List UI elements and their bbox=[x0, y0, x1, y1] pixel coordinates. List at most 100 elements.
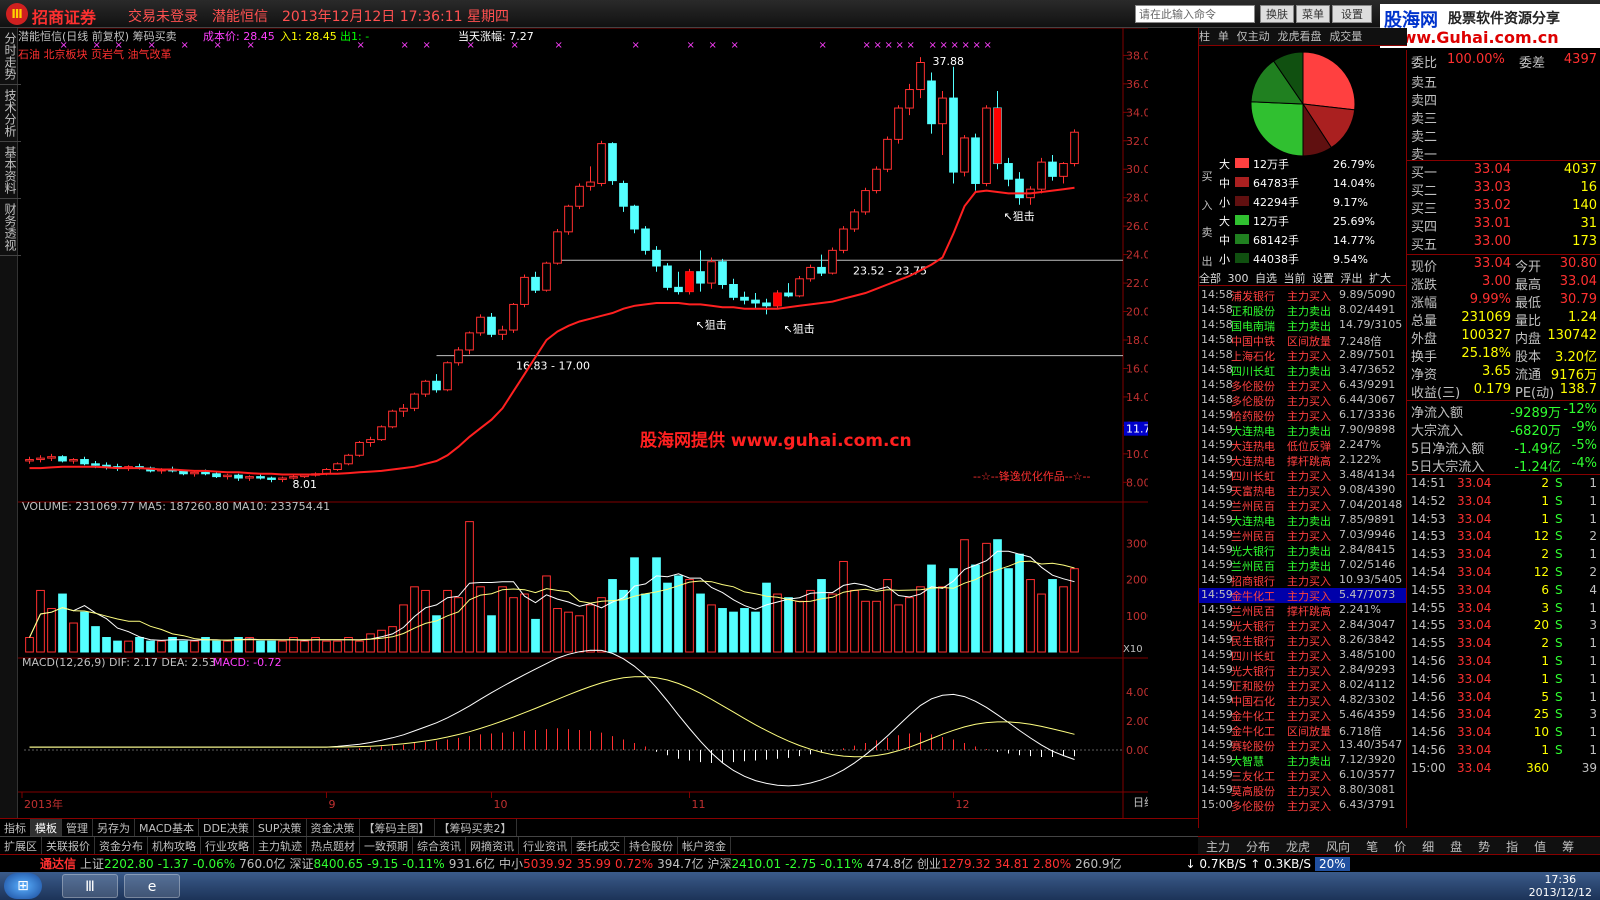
indicator-tab[interactable]: 【筹码主图】 bbox=[360, 819, 435, 837]
stats-divider bbox=[1407, 254, 1600, 255]
radar-row[interactable]: 14:58 上海石化 主力买入 2.89/7501 bbox=[1199, 348, 1407, 363]
tick-time: 15:00 bbox=[1411, 760, 1446, 775]
ask-row[interactable]: 卖四 bbox=[1407, 90, 1600, 109]
extension-tab[interactable]: 主力轨迹 bbox=[254, 837, 307, 855]
command-input[interactable]: 请在此输入命令 bbox=[1135, 5, 1255, 23]
radar-row[interactable]: 15:00 多伦股份 主力买入 6.43/3791 bbox=[1199, 798, 1407, 813]
radar-row[interactable]: 14:59 哈药股份 主力买入 6.17/3336 bbox=[1199, 408, 1407, 423]
indicator-tab[interactable]: DDE决策 bbox=[199, 819, 254, 837]
extension-tab[interactable]: 一致预期 bbox=[360, 837, 413, 855]
radar-row[interactable]: 14:59 大连热电 低位反弹 2.247% bbox=[1199, 438, 1407, 453]
extension-tab[interactable]: 综合资讯 bbox=[413, 837, 466, 855]
radar-row[interactable]: 14:59 大连热电 撑杆跳高 2.122% bbox=[1199, 453, 1407, 468]
radar-row[interactable]: 14:59 赛轮股份 主力买入 13.40/3547 bbox=[1199, 738, 1407, 753]
out-label: 出 bbox=[1201, 255, 1213, 268]
radar-row[interactable]: 14:59 中国石化 主力买入 4.82/3302 bbox=[1199, 693, 1407, 708]
radar-row[interactable]: 14:59 民生银行 主力买入 8.26/3842 bbox=[1199, 633, 1407, 648]
radar-row[interactable]: 14:58 多伦股份 主力买入 6.43/9291 bbox=[1199, 378, 1407, 393]
radar-row[interactable]: 14:58 中国中铁 区间放量 7.248倍 bbox=[1199, 333, 1407, 348]
radar-row[interactable]: 14:59 大智慧 主力卖出 7.12/3920 bbox=[1199, 753, 1407, 768]
extension-tab[interactable]: 热点题材 bbox=[307, 837, 360, 855]
radar-row[interactable]: 14:59 光大银行 主力买入 2.84/9293 bbox=[1199, 663, 1407, 678]
radar-row[interactable]: 14:59 大连热电 主力卖出 7.85/9891 bbox=[1199, 513, 1407, 528]
radar-row[interactable]: 14:59 金牛化工 主力买入 5.47/7073 bbox=[1199, 588, 1407, 603]
radar-row[interactable]: 14:59 兰州民百 主力买入 7.04/20148 bbox=[1199, 498, 1407, 513]
bid-row[interactable]: 买一 33.04 4037 bbox=[1407, 162, 1600, 181]
candle-body bbox=[1015, 178, 1024, 199]
radar-row[interactable]: 14:58 国电南瑞 主力卖出 14.79/3105 bbox=[1199, 318, 1407, 333]
filter-current[interactable]: 当前 bbox=[1284, 272, 1306, 285]
extension-tab[interactable]: 关联报价 bbox=[42, 837, 95, 855]
radar-row[interactable]: 14:59 正和股份 主力买入 8.02/4112 bbox=[1199, 678, 1407, 693]
ask-row[interactable]: 卖三 bbox=[1407, 108, 1600, 127]
volume-y-tick: 10000 bbox=[1126, 610, 1148, 623]
tab-bar[interactable]: 柱 bbox=[1199, 30, 1210, 43]
radar-row[interactable]: 14:59 金牛化工 区间放量 6.718倍 bbox=[1199, 723, 1407, 738]
chart-area[interactable]: 潜能恒信(日线 前复权) 筹码买卖 成本价: 28.45 入1: 28.45 出… bbox=[18, 27, 1164, 818]
bid-row[interactable]: 买二 33.03 16 bbox=[1407, 180, 1600, 199]
tab-single[interactable]: 单 bbox=[1218, 30, 1229, 43]
tab-volume[interactable]: 成交量 bbox=[1329, 30, 1362, 43]
radar-row[interactable]: 14:59 四川长虹 主力买入 3.48/5100 bbox=[1199, 648, 1407, 663]
settings-button[interactable]: 设置 bbox=[1332, 5, 1372, 23]
skin-button[interactable]: 换肤 bbox=[1260, 5, 1294, 23]
ask-row[interactable]: 卖二 bbox=[1407, 126, 1600, 145]
extension-tab[interactable]: 资金分布 bbox=[95, 837, 148, 855]
indicator-tab[interactable]: 管理 bbox=[62, 819, 93, 837]
radar-row[interactable]: 14:59 四川长虹 主力买入 3.48/4134 bbox=[1199, 468, 1407, 483]
radar-row[interactable]: 14:59 兰州民百 主力买入 7.03/9946 bbox=[1199, 528, 1407, 543]
bid-row[interactable]: 买三 33.02 140 bbox=[1407, 198, 1600, 217]
extension-tab[interactable]: 行业攻略 bbox=[201, 837, 254, 855]
tab-dragon-tiger[interactable]: 龙虎看盘 bbox=[1277, 30, 1321, 43]
extension-tab[interactable]: 行业资讯 bbox=[519, 837, 572, 855]
filter-all[interactable]: 全部 bbox=[1199, 272, 1221, 285]
extension-tab[interactable]: 网摘资讯 bbox=[466, 837, 519, 855]
indicator-tab[interactable]: MACD基本 bbox=[135, 819, 199, 837]
radar-row[interactable]: 14:59 兰州民百 撑杆跳高 2.241% bbox=[1199, 603, 1407, 618]
radar-row[interactable]: 14:59 招商银行 主力买入 10.93/5405 bbox=[1199, 573, 1407, 588]
taskbar-app-icon[interactable]: Ⅲ bbox=[62, 874, 118, 898]
radar-row[interactable]: 14:59 光大银行 主力买入 2.84/3047 bbox=[1199, 618, 1407, 633]
filter-300[interactable]: 300 bbox=[1228, 272, 1249, 285]
radar-list[interactable]: 14:58 浦发银行 主力买入 9.89/5090 14:58 正和股份 主力卖出 8.02/… bbox=[1199, 288, 1407, 828]
radar-row[interactable]: 14:59 兰州民百 主力卖出 7.02/5146 bbox=[1199, 558, 1407, 573]
extension-tab[interactable]: 持仓股份 bbox=[625, 837, 678, 855]
radar-row[interactable]: 14:58 正和股份 主力卖出 8.02/4491 bbox=[1199, 303, 1407, 318]
extension-tab[interactable]: 机构攻略 bbox=[148, 837, 201, 855]
radar-row[interactable]: 14:59 金牛化工 主力买入 5.46/4359 bbox=[1199, 708, 1407, 723]
radar-row[interactable]: 14:59 天富热电 主力买入 9.08/4390 bbox=[1199, 483, 1407, 498]
radar-row[interactable]: 14:58 浦发银行 主力买入 9.89/5090 bbox=[1199, 288, 1407, 303]
filter-settings[interactable]: 设置 bbox=[1312, 272, 1334, 285]
ask-row[interactable]: 卖五 bbox=[1407, 72, 1600, 91]
index-name: 中小 bbox=[499, 857, 524, 871]
kline-chart[interactable]: 潜能恒信(日线 前复权) 筹码买卖 成本价: 28.45 入1: 28.45 出… bbox=[18, 27, 1164, 818]
indicator-tab[interactable]: 资金决策 bbox=[307, 819, 360, 837]
radar-stock: 兰州民百 bbox=[1231, 605, 1275, 618]
radar-row[interactable]: 14:58 多伦股份 主力买入 6.44/3067 bbox=[1199, 393, 1407, 408]
bid-row[interactable]: 买四 33.01 31 bbox=[1407, 216, 1600, 235]
indicator-tab[interactable]: SUP决策 bbox=[254, 819, 307, 837]
candle-body bbox=[465, 332, 474, 351]
filter-float[interactable]: 浮出 bbox=[1341, 272, 1363, 285]
indicator-tab[interactable]: 模板 bbox=[31, 819, 62, 837]
tab-active-only[interactable]: 仅主动 bbox=[1237, 30, 1270, 43]
radar-row[interactable]: 14:59 莫高股份 主力买入 8.80/3081 bbox=[1199, 783, 1407, 798]
flow-row: 大 12万手 26.79% bbox=[1219, 156, 1375, 172]
extension-tab[interactable]: 扩展区 bbox=[0, 837, 42, 855]
filter-watchlist[interactable]: 自选 bbox=[1255, 272, 1277, 285]
extension-tab[interactable]: 委托成交 bbox=[572, 837, 625, 855]
login-status[interactable]: 交易未登录 bbox=[128, 6, 198, 26]
extension-tab[interactable]: 帐户资金 bbox=[678, 837, 731, 855]
radar-row[interactable]: 14:59 大连热电 主力卖出 7.90/9898 bbox=[1199, 423, 1407, 438]
indicator-tab[interactable]: 【筹码买卖2】 bbox=[435, 819, 517, 837]
menu-button[interactable]: 菜单 bbox=[1296, 5, 1330, 23]
radar-row[interactable]: 14:59 三友化工 主力买入 6.10/3577 bbox=[1199, 768, 1407, 783]
filter-expand[interactable]: 扩大 bbox=[1369, 272, 1391, 285]
indicator-tab[interactable]: 指标 bbox=[0, 819, 31, 837]
taskbar-browser-icon[interactable]: e bbox=[124, 874, 180, 898]
bid-row[interactable]: 买五 33.00 173 bbox=[1407, 234, 1600, 253]
start-button-icon[interactable]: ⊞ bbox=[4, 873, 42, 899]
indicator-tab[interactable]: 另存为 bbox=[93, 819, 135, 837]
radar-row[interactable]: 14:58 四川长虹 主力卖出 3.47/3652 bbox=[1199, 363, 1407, 378]
radar-row[interactable]: 14:59 光大银行 主力卖出 2.84/8415 bbox=[1199, 543, 1407, 558]
